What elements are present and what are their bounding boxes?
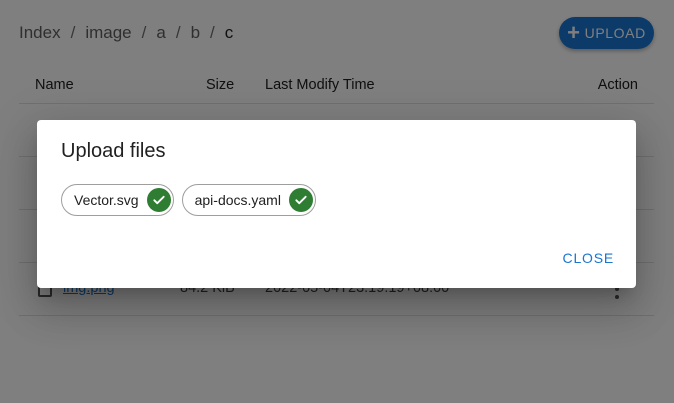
check-circle-icon [288,188,313,212]
file-chip-label: Vector.svg [74,192,139,208]
upload-dialog: Upload files Vector.svg api-docs.yaml CL… [37,120,636,288]
file-browser-page: Index / image / a / b / c + UPLOAD Name … [0,0,674,403]
uploaded-files-list: Vector.svg api-docs.yaml [61,184,324,216]
file-chip-label: api-docs.yaml [194,192,281,208]
file-chip: Vector.svg [61,184,174,216]
close-button[interactable]: CLOSE [559,246,618,270]
dialog-title: Upload files [61,140,166,162]
file-chip: api-docs.yaml [181,184,316,216]
check-circle-icon [146,188,171,212]
